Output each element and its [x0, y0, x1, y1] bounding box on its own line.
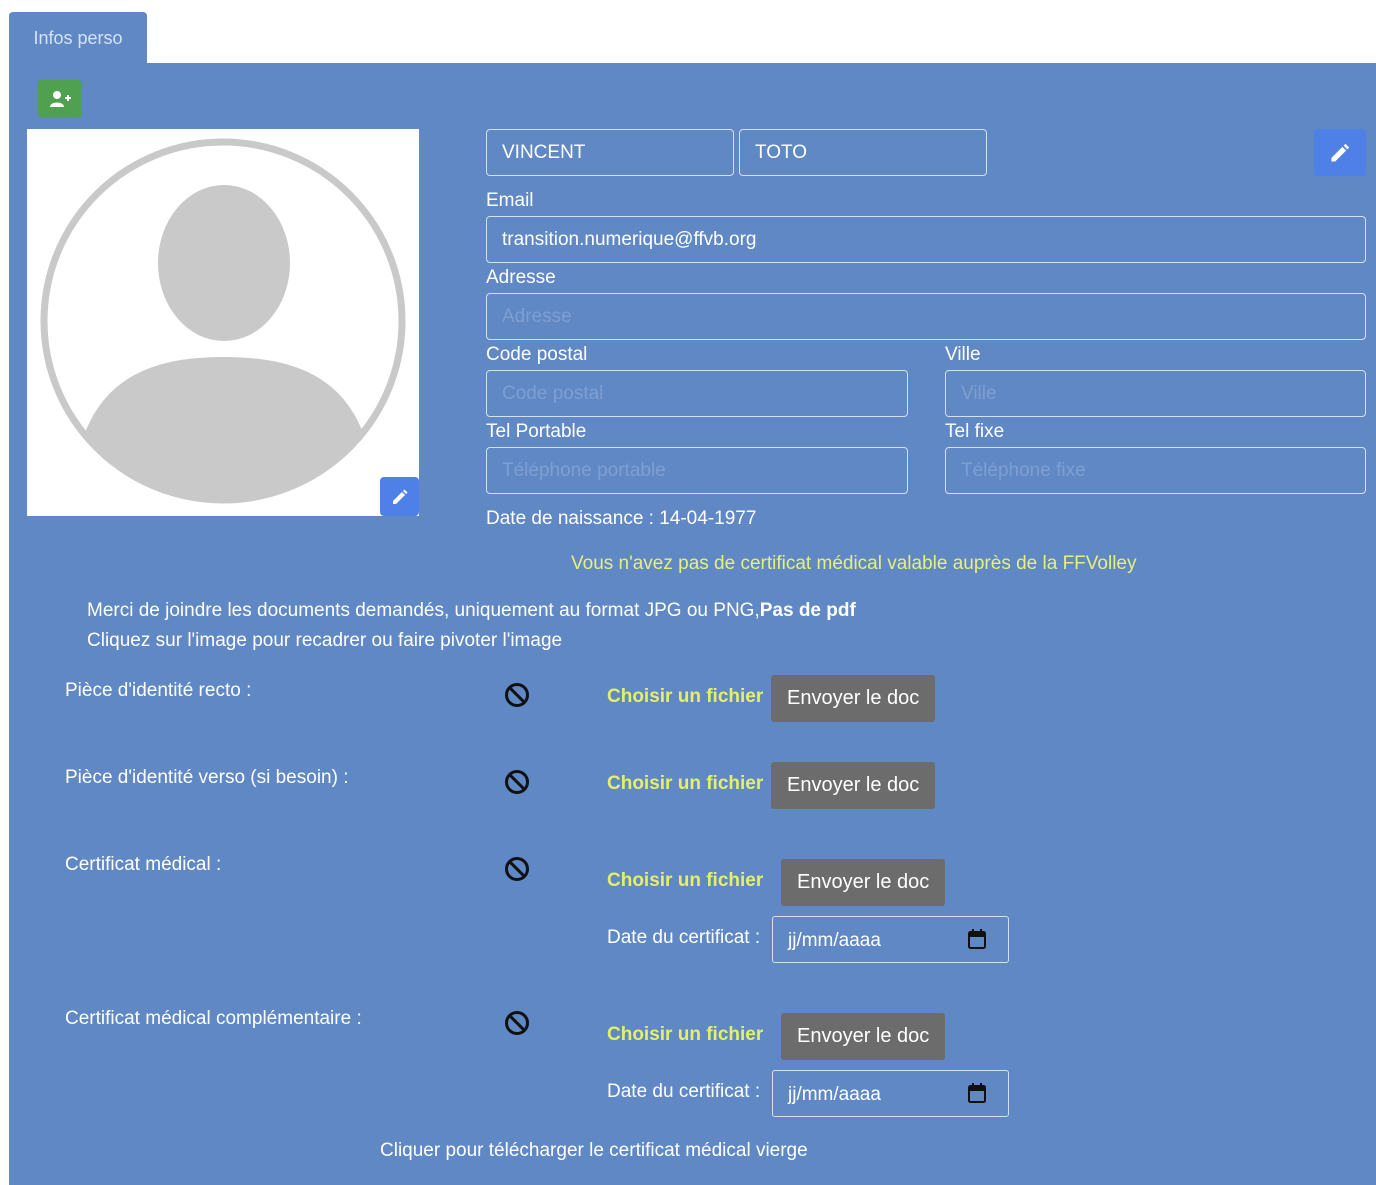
landline-phone-label: Tel fixe — [945, 421, 1005, 442]
add-user-button[interactable] — [38, 80, 82, 118]
pencil-icon — [392, 489, 407, 504]
complementary-certificate-label: Certificat médical complémentaire : — [65, 1008, 362, 1029]
send-doc-button[interactable]: Envoyer le doc — [781, 1013, 946, 1060]
upload-format-text: Merci de joindre les documents demandés,… — [87, 600, 760, 621]
edit-profile-button[interactable] — [1314, 129, 1366, 176]
avatar-placeholder-icon — [40, 138, 406, 504]
city-field[interactable]: Ville — [945, 370, 1366, 417]
birthdate-text: Date de naissance : 14-04-1977 — [486, 508, 757, 529]
no-pdf-text: Pas de pdf — [759, 600, 856, 621]
medical-certificate-label: Certificat médical : — [65, 854, 222, 875]
address-label: Adresse — [486, 267, 556, 288]
tab-infos-perso[interactable]: Infos perso — [9, 12, 147, 64]
last-name-field[interactable]: TOTO — [739, 129, 987, 176]
certificate-date-input[interactable]: jj/mm/aaaa — [772, 916, 1009, 963]
crop-instructions: Cliquez sur l'image pour recadrer ou fai… — [87, 630, 563, 651]
postal-code-label: Code postal — [486, 344, 588, 365]
user-plus-icon — [50, 91, 71, 107]
certificate-date-input[interactable]: jj/mm/aaaa — [772, 1070, 1009, 1117]
send-doc-button[interactable]: Envoyer le doc — [771, 762, 936, 809]
choose-file-button[interactable]: Choisir un fichier — [607, 686, 763, 708]
ban-icon — [505, 770, 529, 794]
postal-code-field[interactable]: Code postal — [486, 370, 908, 417]
first-name-field[interactable]: VINCENT — [486, 129, 734, 176]
ban-icon — [505, 683, 529, 707]
id-front-label: Pièce d'identité recto : — [65, 680, 252, 701]
ban-icon — [505, 857, 529, 881]
send-doc-button[interactable]: Envoyer le doc — [771, 675, 936, 722]
profile-photo[interactable] — [27, 129, 419, 516]
city-label: Ville — [945, 344, 981, 365]
certificate-date-label: Date du certificat : — [607, 1081, 761, 1102]
medical-certificate-warning: Vous n'avez pas de certificat médical va… — [571, 553, 1137, 574]
email-field[interactable]: transition.numerique@ffvb.org — [486, 216, 1366, 263]
date-placeholder: jj/mm/aaaa — [788, 930, 881, 951]
download-blank-certificate-link[interactable]: Cliquer pour télécharger le certificat m… — [380, 1140, 808, 1162]
email-label: Email — [486, 190, 534, 211]
send-doc-button[interactable]: Envoyer le doc — [781, 859, 946, 906]
choose-file-button[interactable]: Choisir un fichier — [607, 870, 763, 892]
calendar-icon[interactable] — [968, 1083, 986, 1103]
address-field[interactable]: Adresse — [486, 293, 1366, 340]
choose-file-button[interactable]: Choisir un fichier — [607, 1024, 763, 1046]
choose-file-button[interactable]: Choisir un fichier — [607, 773, 763, 795]
mobile-phone-label: Tel Portable — [486, 421, 587, 442]
id-back-label: Pièce d'identité verso (si besoin) : — [65, 767, 349, 788]
calendar-icon[interactable] — [968, 929, 986, 949]
landline-phone-field[interactable]: Téléphone fixe — [945, 447, 1366, 494]
certificate-date-label: Date du certificat : — [607, 927, 761, 948]
edit-photo-button[interactable] — [380, 477, 419, 516]
date-placeholder: jj/mm/aaaa — [788, 1084, 881, 1105]
ban-icon — [505, 1011, 529, 1035]
mobile-phone-field[interactable]: Téléphone portable — [486, 447, 908, 494]
pencil-icon — [1331, 143, 1350, 162]
upload-instructions: Merci de joindre les documents demandés,… — [87, 600, 856, 622]
